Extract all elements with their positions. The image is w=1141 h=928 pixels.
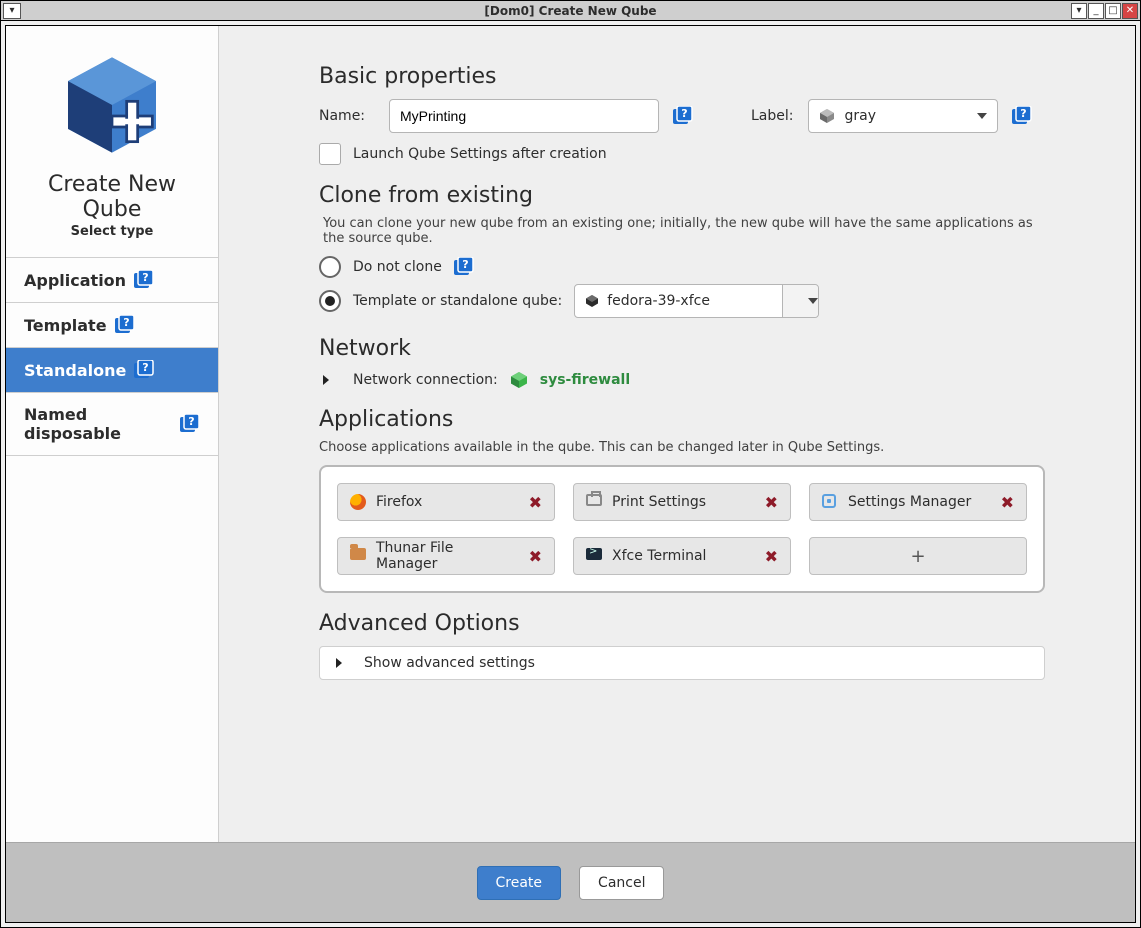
svg-text:?: ?	[188, 415, 194, 428]
cube-icon	[585, 294, 599, 308]
cube-icon	[510, 371, 528, 389]
shade-button[interactable]: ▾	[1071, 3, 1087, 19]
app-chip-label: Thunar File Manager	[376, 540, 519, 572]
sidebar-subtitle: Select type	[16, 224, 208, 239]
titlebar[interactable]: ▾ [Dom0] Create New Qube ▾ _ □ ✕	[1, 1, 1140, 21]
svg-text:?: ?	[462, 258, 468, 271]
advanced-heading: Advanced Options	[319, 611, 1045, 636]
checkbox-icon	[319, 143, 341, 165]
label-value: gray	[845, 108, 877, 124]
clone-from-radio[interactable]: Template or standalone qube: fedora-39-x…	[319, 284, 1045, 318]
app-chip-firefox[interactable]: Firefox ✖	[337, 483, 555, 521]
type-item-label: Application	[24, 271, 126, 290]
clone-source-value: fedora-39-xfce	[607, 293, 710, 309]
remove-icon[interactable]: ✖	[765, 547, 778, 566]
svg-text:?: ?	[142, 271, 148, 284]
app-chip-thunar-file-manager[interactable]: Thunar File Manager ✖	[337, 537, 555, 575]
chevron-down-icon	[808, 298, 818, 304]
radio-checked-icon	[319, 290, 341, 312]
dropdown-button[interactable]	[782, 285, 818, 317]
remove-icon[interactable]: ✖	[529, 547, 542, 566]
svg-text:?: ?	[143, 361, 149, 374]
svg-text:?: ?	[681, 107, 687, 120]
app-add-button[interactable]: +	[809, 537, 1027, 575]
firefox-icon	[350, 494, 366, 510]
remove-icon[interactable]: ✖	[765, 493, 778, 512]
settings-icon	[822, 494, 838, 510]
cancel-button[interactable]: Cancel	[579, 866, 664, 900]
chevron-right-icon[interactable]	[319, 373, 341, 387]
network-heading: Network	[319, 336, 1045, 361]
app-chip-settings-manager[interactable]: Settings Manager ✖	[809, 483, 1027, 521]
help-icon[interactable]: ?	[134, 270, 154, 290]
clone-heading: Clone from existing	[319, 183, 1045, 208]
svg-text:?: ?	[1020, 107, 1026, 120]
type-item-label: Named disposable	[24, 405, 172, 443]
type-item-named-disposable[interactable]: Named disposable?	[6, 393, 218, 456]
launch-settings-checkbox[interactable]: Launch Qube Settings after creation	[319, 143, 1045, 165]
type-item-label: Template	[24, 316, 107, 335]
cube-icon	[819, 108, 835, 124]
content-pane: Basic properties Name: ? Label: gray ?	[219, 26, 1135, 842]
apps-hint: Choose applications available in the qub…	[319, 440, 1045, 455]
qube-plus-icon	[57, 50, 167, 160]
sidebar-hero: Create New Qube Select type	[6, 26, 218, 258]
terminal-icon	[586, 548, 602, 564]
svg-text:?: ?	[123, 316, 129, 329]
help-icon[interactable]: ?	[1012, 106, 1032, 126]
type-item-label: Standalone	[24, 361, 126, 380]
footer: Create Cancel	[6, 842, 1135, 922]
clone-none-radio[interactable]: Do not clone ?	[319, 256, 1045, 278]
type-item-standalone[interactable]: Standalone?	[6, 348, 218, 393]
help-icon[interactable]: ?	[673, 106, 693, 126]
sidebar: Create New Qube Select type Application?…	[6, 26, 219, 842]
app-chip-label: Xfce Terminal	[612, 548, 706, 564]
help-icon[interactable]: ?	[454, 257, 474, 277]
advanced-toggle[interactable]: Show advanced settings	[319, 646, 1045, 680]
name-input[interactable]	[389, 99, 659, 133]
clone-source-select[interactable]: fedora-39-xfce	[574, 284, 819, 318]
chevron-right-icon	[332, 656, 354, 670]
name-label: Name:	[319, 108, 375, 124]
app-chip-xfce-terminal[interactable]: Xfce Terminal ✖	[573, 537, 791, 575]
help-icon[interactable]: ?	[134, 360, 154, 380]
remove-icon[interactable]: ✖	[1001, 493, 1014, 512]
clone-hint: You can clone your new qube from an exis…	[323, 216, 1045, 246]
workspace: Create New Qube Select type Application?…	[5, 25, 1136, 923]
type-item-application[interactable]: Application?	[6, 258, 218, 303]
clone-from-label: Template or standalone qube:	[353, 293, 562, 309]
network-value[interactable]: sys-firewall	[540, 372, 630, 388]
print-icon	[586, 494, 602, 510]
label-label: Label:	[751, 108, 794, 124]
app-chip-label: Firefox	[376, 494, 422, 510]
apps-heading: Applications	[319, 407, 1045, 432]
window-frame: ▾ [Dom0] Create New Qube ▾ _ □ ✕	[0, 0, 1141, 928]
basic-heading: Basic properties	[319, 64, 1045, 89]
app-chip-print-settings[interactable]: Print Settings ✖	[573, 483, 791, 521]
radio-icon	[319, 256, 341, 278]
launch-settings-label: Launch Qube Settings after creation	[353, 146, 607, 162]
type-list: Application?Template?Standalone?Named di…	[6, 258, 218, 456]
apps-container: Firefox ✖ Print Settings ✖ Settings Manager ✖…	[319, 465, 1045, 593]
minimize-button[interactable]: _	[1088, 3, 1104, 19]
maximize-button[interactable]: □	[1105, 3, 1121, 19]
advanced-toggle-label: Show advanced settings	[364, 655, 535, 671]
type-item-template[interactable]: Template?	[6, 303, 218, 348]
window-title: [Dom0] Create New Qube	[484, 4, 656, 18]
sidebar-title: Create New Qube	[16, 172, 208, 222]
folder-icon	[350, 548, 366, 564]
label-select[interactable]: gray	[808, 99, 998, 133]
clone-none-label: Do not clone	[353, 259, 442, 275]
network-label: Network connection:	[353, 372, 498, 388]
app-chip-label: Print Settings	[612, 494, 706, 510]
help-icon[interactable]: ?	[180, 414, 200, 434]
create-button[interactable]: Create	[477, 866, 562, 900]
window-menu-icon[interactable]: ▾	[3, 3, 21, 19]
close-button[interactable]: ✕	[1122, 3, 1138, 19]
chevron-down-icon	[977, 113, 987, 119]
remove-icon[interactable]: ✖	[529, 493, 542, 512]
app-chip-label: Settings Manager	[848, 494, 971, 510]
help-icon[interactable]: ?	[115, 315, 135, 335]
